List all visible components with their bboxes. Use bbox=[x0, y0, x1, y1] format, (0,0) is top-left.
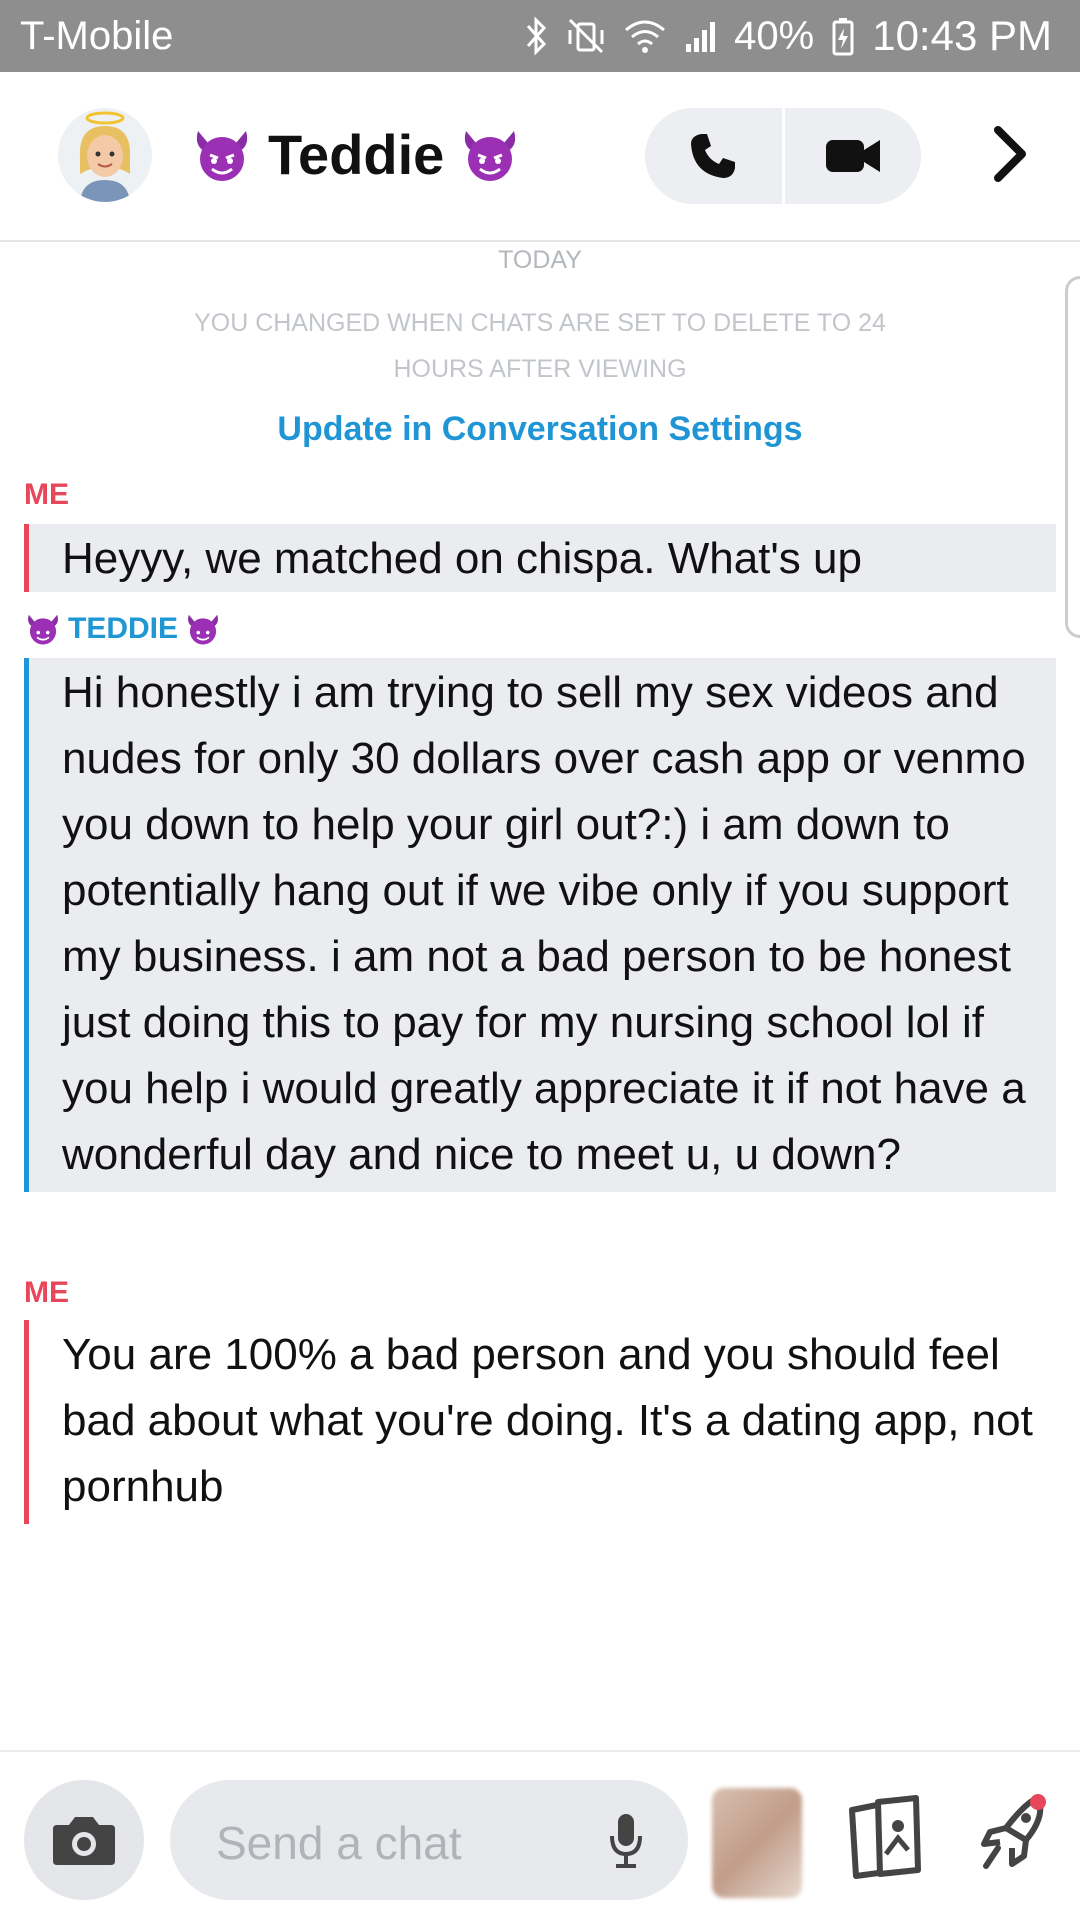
voice-call-button[interactable] bbox=[645, 108, 782, 204]
message-text: You are 100% a bad person and you should… bbox=[62, 1330, 1033, 1511]
signal-icon bbox=[686, 22, 716, 52]
devil-emoji-icon bbox=[196, 130, 248, 181]
call-buttons bbox=[645, 108, 921, 204]
carrier-label: T-Mobile bbox=[20, 14, 174, 58]
sender-label-me: ME bbox=[24, 1276, 69, 1309]
system-notice: YOU CHANGED WHEN CHATS ARE SET TO DELETE… bbox=[194, 309, 886, 383]
sender-label-teddie: TEDDIE bbox=[24, 612, 222, 646]
message-bubble[interactable]: Heyyy, we matched on chispa. What's up bbox=[24, 524, 1056, 592]
bitmoji-button[interactable] bbox=[712, 1788, 802, 1898]
wifi-icon bbox=[625, 20, 666, 53]
devil-emoji-icon bbox=[188, 614, 218, 645]
message-text: Heyyy, we matched on chispa. What's up bbox=[62, 534, 862, 583]
video-camera-icon bbox=[825, 140, 880, 172]
message-bubble[interactable]: Hi honestly i am trying to sell my sex v… bbox=[24, 658, 1056, 1192]
chevron-right-icon[interactable] bbox=[990, 124, 1030, 184]
message-bubble[interactable]: You are 100% a bad person and you should… bbox=[24, 1320, 1056, 1524]
camera-button[interactable] bbox=[24, 1780, 144, 1900]
chat-input[interactable]: Send a chat bbox=[170, 1780, 688, 1900]
chat-title[interactable]: Teddie bbox=[190, 122, 522, 187]
message-text: Hi honestly i am trying to sell my sex v… bbox=[62, 668, 1026, 1179]
cards-icon[interactable] bbox=[842, 1792, 926, 1882]
microphone-icon[interactable] bbox=[606, 1810, 646, 1870]
battery-percent: 40% bbox=[734, 13, 815, 58]
avatar[interactable] bbox=[58, 108, 152, 202]
chat-input-placeholder: Send a chat bbox=[216, 1817, 462, 1869]
camera-icon bbox=[53, 1817, 115, 1865]
battery-charging-icon bbox=[832, 18, 854, 56]
sender-label-me: ME bbox=[24, 478, 69, 511]
date-label: TODAY bbox=[498, 246, 582, 274]
status-bar: T-Mobile 40% 10:43 PM bbox=[0, 0, 1080, 72]
devil-emoji-icon bbox=[465, 130, 516, 181]
scroll-handle[interactable] bbox=[1065, 276, 1080, 638]
conversation-settings-link[interactable]: Update in Conversation Settings bbox=[0, 410, 1080, 449]
notification-dot bbox=[1030, 1794, 1046, 1810]
video-call-button[interactable] bbox=[785, 108, 922, 204]
bluetooth-icon bbox=[527, 16, 547, 56]
phone-icon bbox=[691, 134, 736, 178]
chat-header: Teddie bbox=[0, 72, 1080, 242]
vibrate-mute-icon bbox=[568, 18, 604, 54]
status-icons: 40% 10:43 PM bbox=[524, 12, 1052, 60]
clock: 10:43 PM bbox=[872, 12, 1052, 59]
chat-footer: Send a chat bbox=[0, 1750, 1080, 1922]
bitmoji-avatar-icon bbox=[79, 111, 131, 202]
devil-emoji-icon bbox=[28, 614, 58, 645]
page-title: Teddie bbox=[268, 123, 445, 186]
